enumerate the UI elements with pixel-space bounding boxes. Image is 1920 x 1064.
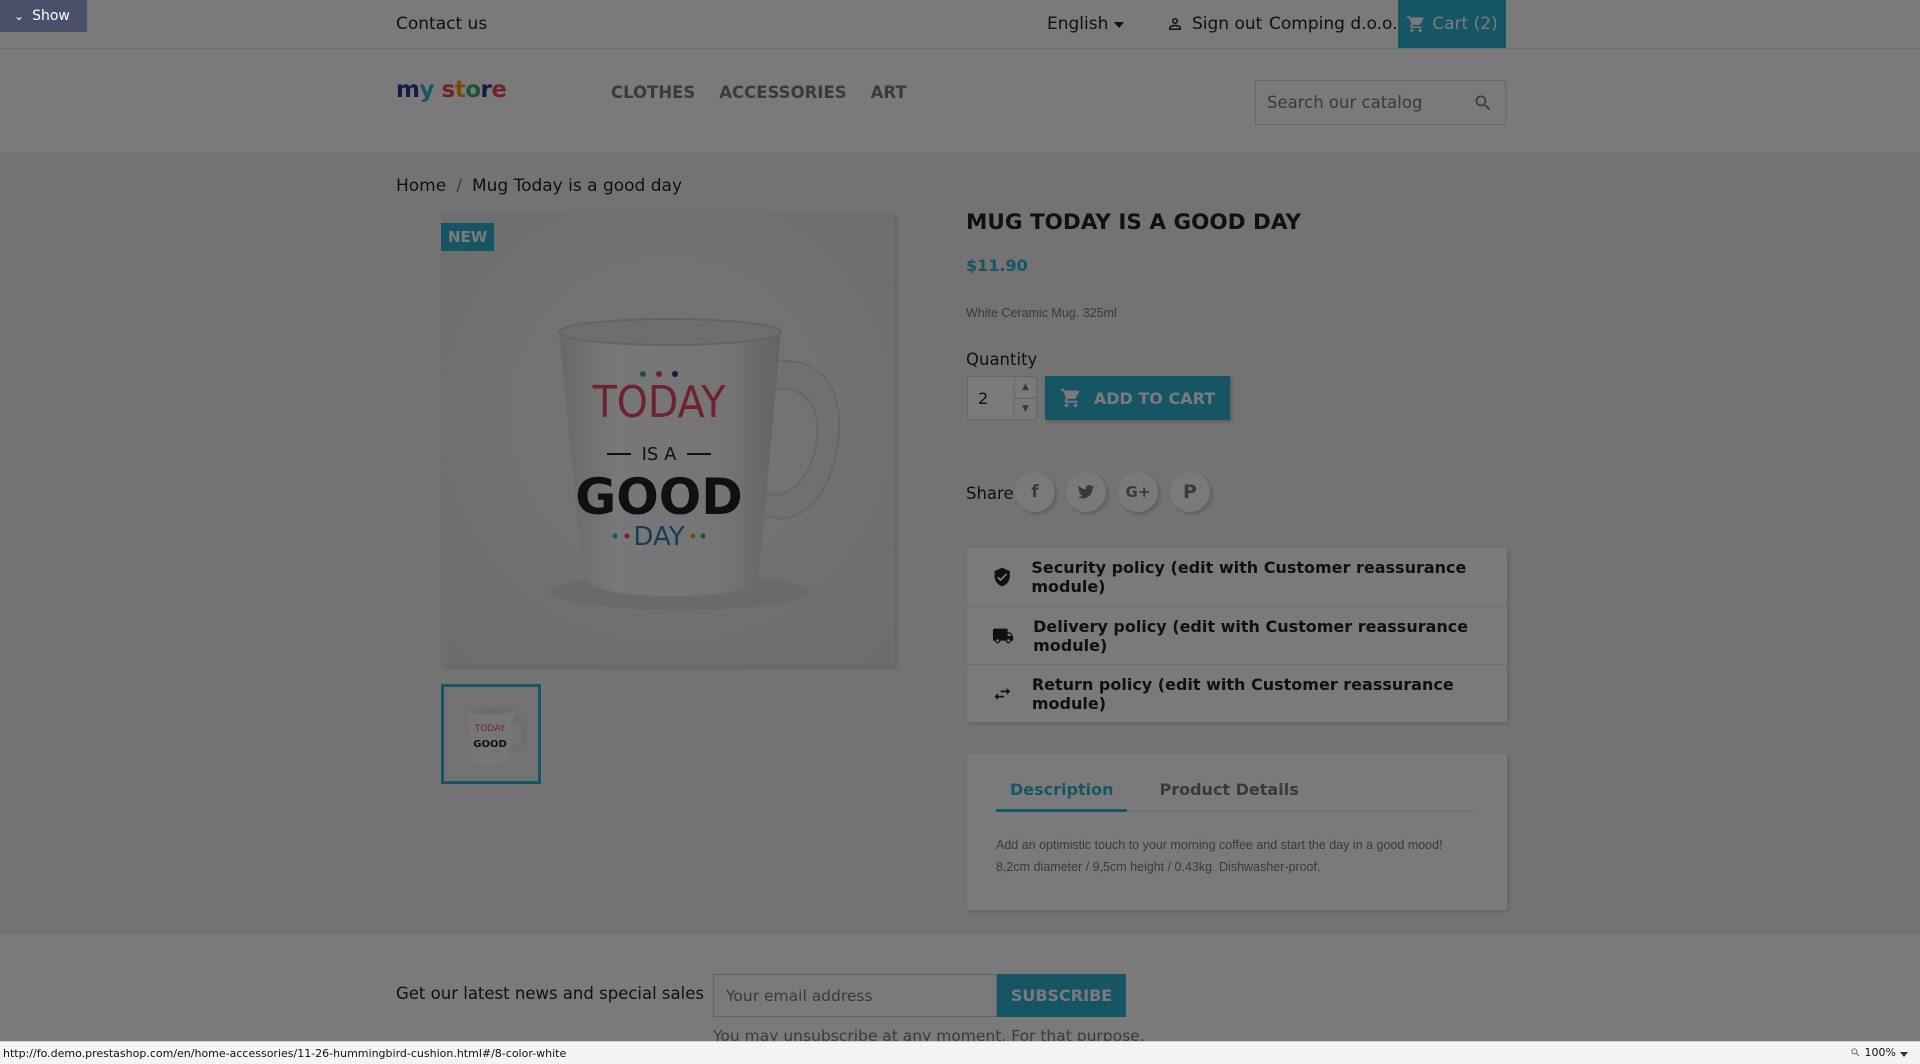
breadcrumb-current: Mug Today is a good day — [471, 176, 683, 196]
shield-check-icon — [994, 567, 1010, 587]
zoom-value: 100% — [1864, 1046, 1896, 1059]
description-text: Add an optimistic touch to your morning … — [996, 834, 1486, 878]
new-badge: NEW — [441, 223, 495, 251]
status-url: http://fo.demo.prestashop.com/en/home-ac… — [3, 1047, 567, 1060]
quantity-stepper[interactable]: 2 ▲ ▼ — [967, 376, 1037, 420]
search-input[interactable]: Search our catalog — [1255, 80, 1506, 125]
product-price: $11.90 — [966, 256, 1028, 275]
quantity-input[interactable]: 2 — [978, 389, 988, 408]
svg-text:IS A: IS A — [642, 444, 677, 465]
subscribe-button[interactable]: SUBSCRIBE — [997, 974, 1126, 1017]
user-icon — [1169, 18, 1181, 30]
twitter-icon[interactable] — [1066, 472, 1106, 512]
tab-description[interactable]: Description — [996, 780, 1128, 812]
browser-status-bar: http://fo.demo.prestashop.com/en/home-ac… — [0, 1041, 1920, 1064]
pinterest-icon[interactable]: P — [1170, 472, 1210, 512]
swap-arrows-icon — [994, 687, 1011, 700]
account-name-link[interactable]: Comping d.o.o. — [1269, 14, 1398, 34]
newsletter-text: Get our latest news and special sales — [396, 984, 704, 1003]
debug-show-button[interactable]: ⌄ Show — [0, 0, 87, 32]
add-to-cart-label: ADD TO CART — [1093, 388, 1216, 408]
cart-button[interactable]: Cart (2) — [1398, 0, 1506, 48]
reassurance-delivery-text: Delivery policy (edit with Customer reas… — [1033, 616, 1469, 655]
newsletter-email-input[interactable]: Your email address — [713, 974, 997, 1017]
email-placeholder: Your email address — [726, 986, 873, 1005]
language-label: English — [1047, 14, 1109, 34]
svg-text:TODAY: TODAY — [474, 724, 506, 734]
share-label: Share — [966, 484, 1014, 503]
zoom-icon — [1850, 1048, 1859, 1057]
menu-item-clothes[interactable]: CLOTHES — [611, 83, 695, 102]
reassurance-item-security: Security policy (edit with Customer reas… — [967, 548, 1507, 606]
reassurance-security-text: Security policy (edit with Customer reas… — [1031, 558, 1467, 596]
short-description: White Ceramic Mug. 325ml — [966, 306, 1117, 320]
svg-text:TODAY: TODAY — [592, 377, 727, 428]
quantity-increase-button[interactable]: ▲ — [1015, 377, 1036, 399]
truck-icon — [992, 628, 1014, 643]
product-thumbnail[interactable]: TODAY GOOD — [441, 684, 541, 784]
main-menu: CLOTHES ACCESSORIES ART — [611, 83, 907, 102]
breadcrumb: Home / Mug Today is a good day — [396, 176, 682, 196]
search-icon[interactable] — [1473, 93, 1493, 113]
product-main-image[interactable]: TODAY IS A GOOD DAY — [441, 212, 895, 666]
product-tabs: Description Product Details Add an optim… — [967, 754, 1507, 910]
site-header: my store CLOTHES ACCESSORIES ART Search … — [0, 49, 1920, 152]
description-line: Add an optimistic touch to your morning … — [996, 838, 1443, 852]
zoom-dropdown-icon[interactable] — [1900, 1052, 1908, 1057]
chevron-down-icon: ⌄ — [14, 9, 25, 23]
svg-text:DAY: DAY — [633, 522, 684, 552]
page-overlay — [0, 0, 1920, 1064]
show-label: Show — [32, 8, 70, 24]
quantity-buttons: ▲ ▼ — [1014, 377, 1036, 419]
cart-icon — [1407, 15, 1424, 33]
product-title: MUG TODAY IS A GOOD DAY — [966, 210, 1302, 235]
google-plus-icon[interactable]: G+ — [1118, 472, 1158, 512]
quantity-label: Quantity — [966, 350, 1038, 369]
cart-label: Cart (2) — [1432, 14, 1498, 34]
top-bar: Contact us English Sign out Comping d.o.… — [0, 0, 1920, 49]
tab-product-details[interactable]: Product Details — [1145, 780, 1312, 812]
contact-us-link[interactable]: Contact us — [396, 14, 487, 34]
caret-down-icon — [1114, 22, 1125, 28]
store-logo[interactable]: my store — [396, 77, 507, 103]
description-line: 8,2cm diameter / 9,5cm height / 0.43kg. … — [996, 860, 1321, 874]
menu-item-art[interactable]: ART — [871, 83, 907, 102]
svg-text:GOOD: GOOD — [575, 468, 743, 526]
language-selector[interactable]: English — [1047, 14, 1125, 34]
reassurance-block: Security policy (edit with Customer reas… — [967, 548, 1507, 722]
sign-out-link[interactable]: Sign out — [1166, 14, 1262, 34]
reassurance-item-delivery: Delivery policy (edit with Customer reas… — [967, 606, 1507, 664]
cart-icon — [1060, 388, 1080, 408]
sign-out-label: Sign out — [1192, 14, 1263, 34]
facebook-icon[interactable]: f — [1015, 472, 1055, 512]
mug-thumbnail-image: TODAY GOOD — [444, 687, 538, 781]
breadcrumb-separator: / — [456, 176, 462, 196]
reassurance-return-text: Return policy (edit with Customer reassu… — [1031, 674, 1454, 713]
tab-list: Description Product Details — [996, 780, 1476, 812]
mug-image: TODAY IS A GOOD DAY — [441, 212, 895, 666]
menu-item-accessories[interactable]: ACCESSORIES — [719, 83, 846, 102]
zoom-indicator[interactable]: 100% — [1850, 1046, 1896, 1059]
quantity-decrease-button[interactable]: ▼ — [1015, 399, 1036, 420]
svg-text:GOOD: GOOD — [473, 739, 507, 750]
breadcrumb-home[interactable]: Home — [396, 176, 446, 196]
add-to-cart-button[interactable]: ADD TO CART — [1045, 376, 1230, 420]
reassurance-item-return: Return policy (edit with Customer reassu… — [967, 664, 1507, 722]
search-placeholder: Search our catalog — [1267, 93, 1423, 112]
